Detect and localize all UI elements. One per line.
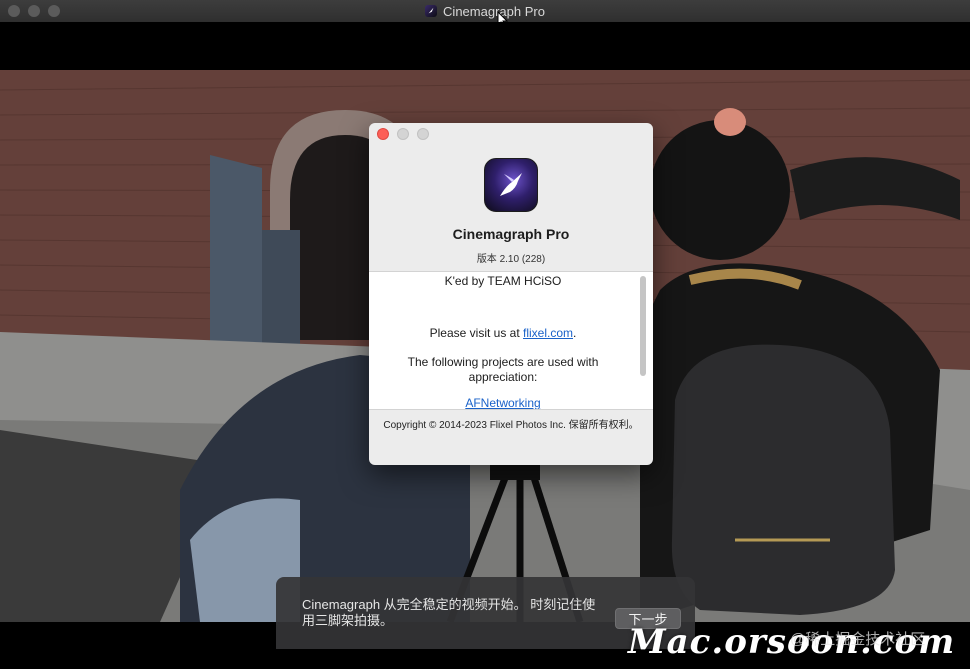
visit-prefix: Please visit us at <box>429 326 523 340</box>
video-top-letterbox <box>0 22 970 70</box>
app-icon <box>425 5 438 17</box>
afnetworking-line: AFNetworking <box>385 396 621 409</box>
window-title: Cinemagraph Pro <box>443 3 545 19</box>
dialog-minimize-button <box>397 128 409 140</box>
window-titlebar[interactable]: Cinemagraph Pro <box>0 0 970 23</box>
flixel-link[interactable]: flixel.com <box>523 326 573 340</box>
credits-line: K'ed by TEAM HCiSO <box>444 274 562 288</box>
credits-scroll-area[interactable]: K'ed by TEAM HCiSO Please visit us at fl… <box>369 271 653 410</box>
community-watermark: @稀土掘金技术社区 <box>790 631 926 648</box>
visit-suffix: . <box>573 326 577 340</box>
dialog-zoom-button <box>417 128 429 140</box>
projects-text: The following projects are used with app… <box>407 355 599 384</box>
afnetworking-link[interactable]: AFNetworking <box>465 396 540 409</box>
hummingbird-icon <box>484 158 538 212</box>
about-app-name: Cinemagraph Pro <box>452 226 570 242</box>
about-dialog: Cinemagraph Pro 版本 2.10 (228) K'ed by TE… <box>369 123 653 465</box>
visit-line: Please visit us at flixel.com. <box>385 326 621 341</box>
about-version: 版本 2.10 (228) <box>476 254 546 265</box>
dialog-close-button[interactable] <box>377 128 389 140</box>
credits-scrollbar[interactable] <box>640 276 646 376</box>
tip-text: Cinemagraph 从完全稳定的视频开始。 时刻记住使用三脚架拍摄。 <box>302 597 596 628</box>
copyright-text: Copyright © 2014-2023 Flixel Photos Inc.… <box>383 420 639 431</box>
